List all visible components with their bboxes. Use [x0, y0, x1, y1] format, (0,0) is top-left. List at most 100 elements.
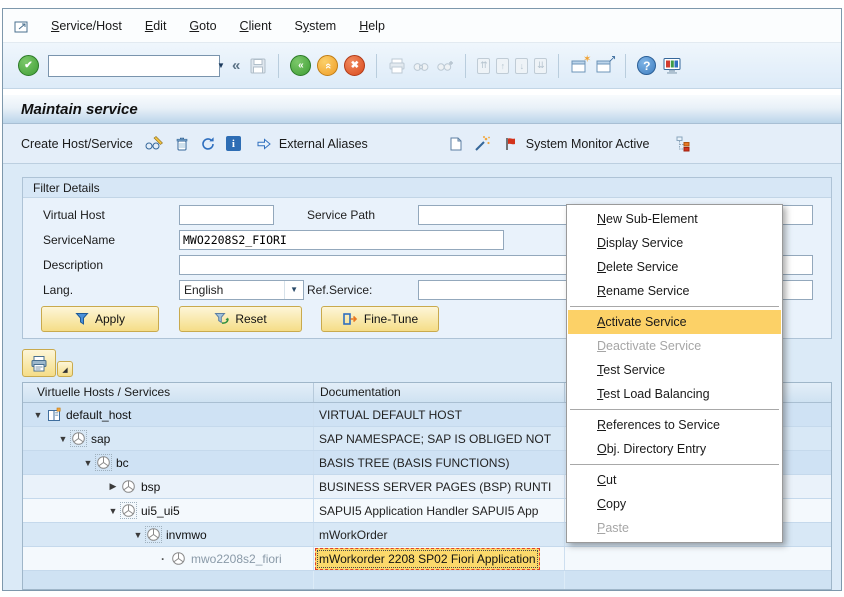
- fine-tune-button[interactable]: Fine-Tune: [321, 306, 439, 332]
- system-monitor-active-button[interactable]: System Monitor Active: [526, 137, 650, 151]
- refresh-icon[interactable]: [200, 136, 216, 152]
- save-icon[interactable]: [249, 57, 267, 75]
- collapse-arrow-icon[interactable]: ▼: [56, 434, 70, 444]
- selected-documentation-cell[interactable]: mWorkorder 2208 SP02 Fiori Application: [315, 548, 540, 570]
- reset-button[interactable]: Reset: [179, 306, 302, 332]
- exit-icon[interactable]: ✖: [344, 55, 365, 76]
- context-menu-item-display-service[interactable]: Display Service: [568, 231, 781, 255]
- column-header-hosts-services: Virtuelle Hosts / Services: [23, 383, 314, 402]
- menu-client[interactable]: Client: [232, 16, 280, 36]
- service-name-text: invmwo: [166, 528, 207, 542]
- chevron-down-icon[interactable]: ▼: [212, 61, 230, 70]
- service-name-label: ServiceName: [43, 233, 179, 247]
- delete-icon[interactable]: [174, 136, 190, 152]
- next-page-icon[interactable]: ↓: [515, 58, 528, 74]
- service-name-text: mwo2208s2_fiori: [191, 552, 282, 566]
- service-path-label: Service Path: [307, 208, 418, 222]
- last-page-icon[interactable]: ⇊: [534, 58, 547, 74]
- arrow-up-right-icon: ↗: [608, 54, 616, 65]
- find-next-icon[interactable]: [436, 58, 454, 74]
- service-icon: [95, 454, 112, 471]
- context-menu-item-deactivate-service: Deactivate Service: [568, 334, 781, 358]
- external-aliases-arrow-icon[interactable]: [256, 136, 272, 152]
- command-input[interactable]: [49, 57, 212, 75]
- apply-button[interactable]: Apply: [41, 306, 159, 332]
- context-menu-separator: [570, 409, 779, 410]
- note-icon[interactable]: [447, 136, 463, 152]
- collapse-arrow-icon[interactable]: ▼: [31, 410, 45, 420]
- print-icon[interactable]: [388, 57, 406, 75]
- context-menu-item-activate-service[interactable]: Activate Service: [568, 310, 781, 334]
- service-name-text: bsp: [141, 480, 160, 494]
- documentation-cell[interactable]: mWorkOrder: [314, 523, 565, 546]
- documentation-cell[interactable]: SAP NAMESPACE; SAP IS OBLIGED NOT: [314, 427, 565, 450]
- info-icon[interactable]: i: [226, 136, 241, 151]
- documentation-cell[interactable]: BASIS TREE (BASIS FUNCTIONS): [314, 451, 565, 474]
- toolbar-separator: [558, 54, 559, 78]
- column-header-documentation: Documentation: [314, 383, 565, 402]
- command-field[interactable]: ▼: [48, 55, 220, 77]
- previous-page-icon[interactable]: ↑: [496, 58, 509, 74]
- system-menu-icon[interactable]: [11, 17, 33, 35]
- wizard-wand-icon[interactable]: [473, 135, 491, 152]
- filter-icon: [75, 312, 89, 326]
- external-aliases-button[interactable]: External Aliases: [279, 137, 368, 151]
- menu-service-host[interactable]: Service/Host: [43, 16, 130, 36]
- flag-icon: [504, 136, 519, 152]
- leaf-dot-icon: ·: [156, 552, 170, 566]
- service-name-text: ui5_ui5: [141, 504, 180, 518]
- lang-value: English: [180, 283, 284, 297]
- toolbar-separator: [465, 54, 466, 78]
- page-up-exit-icon[interactable]: «: [317, 55, 338, 76]
- context-menu-item-test-service[interactable]: Test Service: [568, 358, 781, 382]
- display-change-icon[interactable]: [144, 135, 164, 152]
- menu-system[interactable]: System: [287, 16, 345, 36]
- description-label: Description: [43, 258, 179, 272]
- documentation-cell[interactable]: SAPUI5 Application Handler SAPUI5 App: [314, 499, 565, 522]
- context-menu-item-paste: Paste: [568, 516, 781, 540]
- context-menu-separator: [570, 306, 779, 307]
- documentation-cell[interactable]: BUSINESS SERVER PAGES (BSP) RUNTI: [314, 475, 565, 498]
- collapse-arrow-icon[interactable]: ▼: [131, 530, 145, 540]
- documentation-cell[interactable]: VIRTUAL DEFAULT HOST: [314, 403, 565, 426]
- enter-icon[interactable]: ✔: [18, 55, 39, 76]
- print-options-dropdown-button[interactable]: ◢: [57, 361, 73, 377]
- context-menu-item-obj-directory-entry[interactable]: Obj. Directory Entry: [568, 437, 781, 461]
- collapse-arrow-icon[interactable]: ▼: [106, 506, 120, 516]
- first-page-icon[interactable]: ⇈: [477, 58, 490, 74]
- context-menu-item-rename-service[interactable]: Rename Service: [568, 279, 781, 303]
- find-icon[interactable]: [412, 58, 430, 74]
- menu-help[interactable]: Help: [351, 16, 393, 36]
- chevron-down-icon[interactable]: ▼: [284, 281, 303, 299]
- new-session-icon[interactable]: ✶: [570, 57, 589, 75]
- context-menu-item-delete-service[interactable]: Delete Service: [568, 255, 781, 279]
- table-row-mwo2208s2_fiori[interactable]: · mwo2208s2_fiori mWorkorder 2208 SP02 Fio…: [23, 547, 831, 571]
- context-menu-item-new-sub-element[interactable]: New Sub-Element: [568, 207, 781, 231]
- documentation-cell[interactable]: mWorkorder 2208 SP02 Fiori Application: [314, 547, 565, 570]
- print-button[interactable]: [22, 349, 56, 377]
- collapse-toolbar-icon[interactable]: «: [232, 57, 240, 74]
- create-shortcut-icon[interactable]: ↗: [595, 57, 614, 75]
- context-menu-item-copy[interactable]: Copy: [568, 492, 781, 516]
- reference-service-cell: [565, 547, 831, 570]
- customize-layout-icon[interactable]: [662, 57, 682, 75]
- menu-goto[interactable]: Goto: [181, 16, 224, 36]
- lang-dropdown[interactable]: English ▼: [179, 280, 304, 300]
- context-menu-item-test-load-balancing[interactable]: Test Load Balancing: [568, 382, 781, 406]
- expand-arrow-icon[interactable]: ▶: [106, 481, 120, 492]
- hierarchy-icon[interactable]: [675, 135, 693, 152]
- lang-label: Lang.: [43, 283, 179, 297]
- collapse-arrow-icon[interactable]: ▼: [81, 458, 95, 468]
- menu-edit[interactable]: Edit: [137, 16, 175, 36]
- service-icon: [70, 430, 87, 447]
- toolbar-separator: [625, 54, 626, 78]
- service-name-input[interactable]: [179, 230, 504, 250]
- back-icon[interactable]: «: [290, 55, 311, 76]
- service-icon: [170, 550, 187, 567]
- virtual-host-input[interactable]: [179, 205, 274, 225]
- create-host-service-button[interactable]: Create Host/Service: [15, 134, 139, 154]
- context-menu-item-references-to-service[interactable]: References to Service: [568, 413, 781, 437]
- help-icon[interactable]: ?: [637, 56, 656, 75]
- toolbar-separator: [278, 54, 279, 78]
- context-menu-item-cut[interactable]: Cut: [568, 468, 781, 492]
